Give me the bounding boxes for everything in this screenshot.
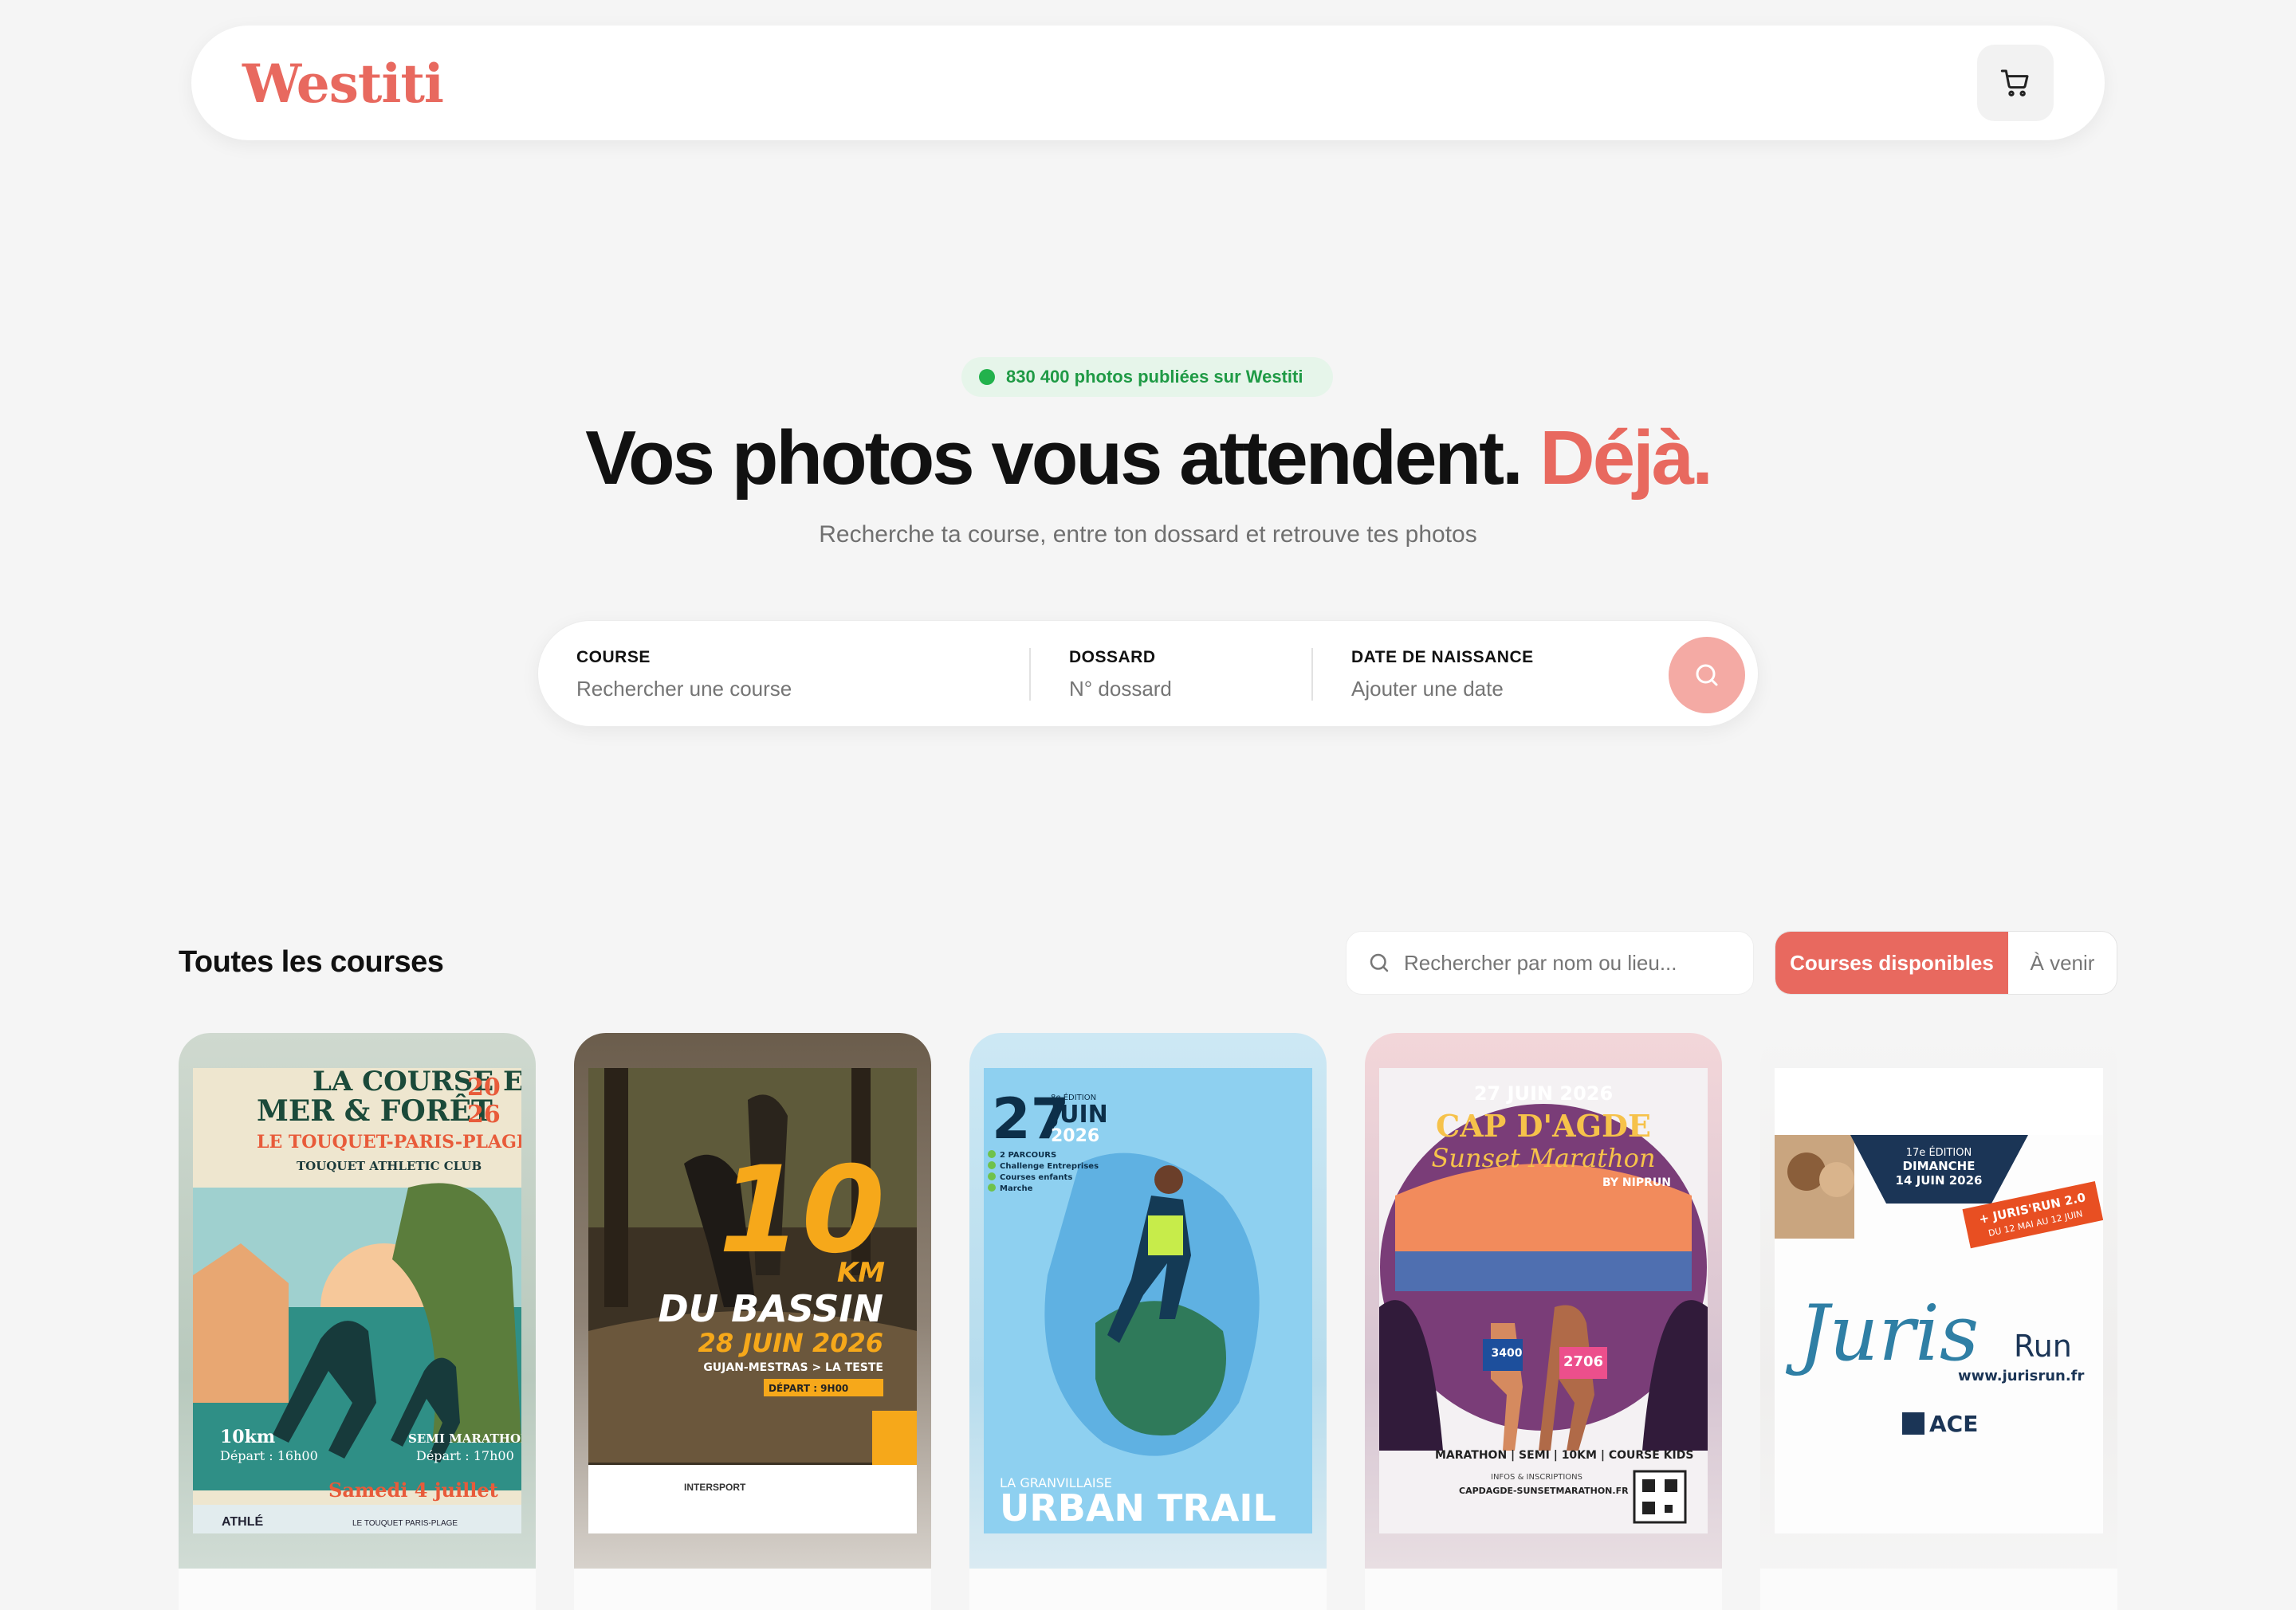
status-dot bbox=[979, 369, 995, 385]
poster-dist-1: 10km bbox=[220, 1427, 275, 1447]
hero-title-main: Vos photos vous attendent. bbox=[585, 415, 1523, 501]
badge-text: 830 400 photos publiées sur Westiti bbox=[1006, 367, 1303, 387]
card-footer bbox=[1760, 1569, 2117, 1610]
tab-available-courses[interactable]: Courses disponibles bbox=[1775, 932, 2008, 994]
hero-title-accent: Déjà. bbox=[1539, 415, 1712, 501]
course-card[interactable]: 10 KM DU BASSIN 28 JUIN 2026 GUJAN-MESTR… bbox=[574, 1033, 931, 1610]
card-footer bbox=[1365, 1569, 1722, 1610]
poster-item: Challenge Entreprises bbox=[1000, 1162, 1099, 1171]
poster-dep-2: Départ : 17h00 bbox=[416, 1448, 514, 1463]
poster-name-1: CAP D'AGDE bbox=[1436, 1108, 1651, 1144]
poster-site: CAPDAGDE-SUNSETMARATHON.FR bbox=[1459, 1486, 1629, 1496]
poster-date: 28 JUIN 2026 bbox=[698, 1328, 883, 1358]
photos-count-badge: 830 400 photos publiées sur Westiti bbox=[961, 357, 1333, 397]
poster-sponsor-1: ATHLÉ bbox=[222, 1514, 263, 1529]
birthdate-input[interactable] bbox=[1351, 677, 1638, 701]
tab-upcoming-courses[interactable]: À venir bbox=[2008, 932, 2117, 994]
course-filter-input[interactable] bbox=[1404, 950, 1739, 976]
poster-year-2: 26 bbox=[467, 1101, 501, 1129]
course-label: COURSE bbox=[576, 648, 651, 666]
course-card[interactable]: 27 8e ÉDITION JUIN 2026 2 PARCOURS Chall… bbox=[969, 1033, 1327, 1610]
course-card[interactable]: LA COURSE ENTRE MER & FORÊT 20 26 LE TOU… bbox=[179, 1033, 536, 1610]
poster-item: 2 PARCOURS bbox=[1000, 1151, 1056, 1160]
card-footer bbox=[179, 1569, 536, 1610]
hero-subtitle: Recherche ta course, entre ton dossard e… bbox=[819, 521, 1477, 548]
course-filter-search[interactable] bbox=[1346, 931, 1754, 995]
poster-by: BY NIPRUN bbox=[1602, 1176, 1671, 1189]
course-poster: 10 KM DU BASSIN 28 JUIN 2026 GUJAN-MESTR… bbox=[588, 1068, 917, 1533]
birthdate-field[interactable]: DATE DE NAISSANCE bbox=[1351, 648, 1638, 701]
poster-brand-1: Juris bbox=[1785, 1289, 1979, 1378]
poster-edition: 17e ÉDITION bbox=[1906, 1146, 1972, 1159]
poster-org: ACE bbox=[1929, 1411, 1978, 1437]
poster-brand-2: Run bbox=[2014, 1329, 2072, 1364]
poster-date: 14 JUIN 2026 bbox=[1896, 1173, 1983, 1188]
poster-sponsor: INTERSPORT bbox=[684, 1482, 746, 1493]
poster-club: TOUQUET ATHLETIC CLUB bbox=[297, 1159, 482, 1173]
poster-name: DU BASSIN bbox=[659, 1287, 883, 1330]
cart-button[interactable] bbox=[1977, 45, 2054, 121]
poster-depart: DÉPART : 9H00 bbox=[769, 1382, 848, 1394]
photo-search-bar: COURSE DOSSARD DATE DE NAISSANCE bbox=[537, 620, 1759, 727]
poster-place: LE TOUQUET-PARIS-PLAGE bbox=[257, 1132, 521, 1153]
poster-bib-1: 3400 bbox=[1492, 1347, 1523, 1360]
poster-year-1: 20 bbox=[467, 1074, 501, 1101]
card-footer bbox=[574, 1569, 931, 1610]
dossard-label: DOSSARD bbox=[1069, 648, 1156, 666]
course-card[interactable]: 17e ÉDITION DIMANCHE 14 JUIN 2026 + JURI… bbox=[1760, 1033, 2117, 1610]
course-input[interactable] bbox=[576, 677, 975, 701]
poster-sponsor-2: LE TOUQUET PARIS-PLAGE bbox=[352, 1519, 458, 1528]
poster-route: GUJAN-MESTRAS > LA TESTE bbox=[703, 1361, 883, 1374]
poster-info: INFOS & INSCRIPTIONS bbox=[1491, 1473, 1582, 1482]
poster-year: 2026 bbox=[1051, 1126, 1099, 1146]
poster-month: JUIN bbox=[1049, 1101, 1108, 1129]
poster-item: Courses enfants bbox=[1000, 1173, 1072, 1182]
poster-site: www.jurisrun.fr bbox=[1958, 1368, 2084, 1384]
card-footer bbox=[969, 1569, 1327, 1610]
dossard-field[interactable]: DOSSARD bbox=[1069, 648, 1292, 701]
birthdate-label: DATE DE NAISSANCE bbox=[1351, 648, 1534, 666]
dossard-input[interactable] bbox=[1069, 677, 1292, 701]
course-poster: 17e ÉDITION DIMANCHE 14 JUIN 2026 + JURI… bbox=[1775, 1068, 2103, 1533]
divider bbox=[1311, 648, 1313, 701]
poster-day: DIMANCHE bbox=[1903, 1159, 1976, 1173]
poster-types: MARATHON | SEMI | 10KM | COURSE KIDS bbox=[1435, 1449, 1693, 1462]
westiti-logo[interactable]: Westiti bbox=[242, 53, 444, 115]
courses-toggle: Courses disponibles À venir bbox=[1775, 931, 2117, 995]
search-icon bbox=[1370, 953, 1389, 972]
poster-dep-1: Départ : 16h00 bbox=[220, 1448, 318, 1463]
poster-dist-2: SEMI MARATHON bbox=[408, 1431, 521, 1446]
course-poster: 27 8e ÉDITION JUIN 2026 2 PARCOURS Chall… bbox=[984, 1068, 1312, 1533]
course-poster: LA COURSE ENTRE MER & FORÊT 20 26 LE TOU… bbox=[193, 1068, 521, 1533]
divider bbox=[1029, 648, 1031, 701]
section-title: Toutes les courses bbox=[179, 945, 444, 979]
poster-item: Marche bbox=[1000, 1184, 1033, 1193]
poster-bib-2: 2706 bbox=[1563, 1353, 1603, 1370]
poster-date: Samedi 4 juillet bbox=[328, 1478, 498, 1502]
course-card[interactable]: 3400 2706 27 JUIN 2026 CAP D'AGDE Sunset… bbox=[1365, 1033, 1722, 1610]
search-button[interactable] bbox=[1669, 637, 1745, 713]
poster-date: 27 JUIN 2026 bbox=[1474, 1082, 1613, 1105]
search-icon bbox=[1696, 664, 1718, 686]
poster-title-2: MER & FORÊT bbox=[257, 1094, 493, 1128]
cart-icon bbox=[2000, 69, 2029, 97]
top-navbar: Westiti bbox=[191, 26, 2105, 140]
hero-title: Vos photos vous attendent. Déjà. bbox=[0, 414, 2296, 502]
poster-name-2: Sunset Marathon bbox=[1431, 1143, 1655, 1173]
course-field[interactable]: COURSE bbox=[576, 648, 975, 701]
poster-km: KM bbox=[837, 1257, 885, 1289]
poster-title: URBAN TRAIL bbox=[1000, 1486, 1276, 1530]
course-poster: 3400 2706 27 JUIN 2026 CAP D'AGDE Sunset… bbox=[1379, 1068, 1708, 1533]
